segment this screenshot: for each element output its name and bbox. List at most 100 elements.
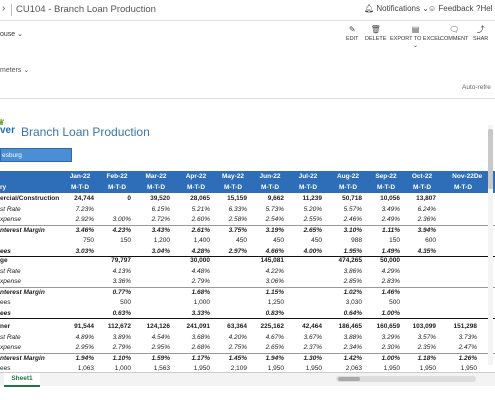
table-cell[interactable]: 24,744 bbox=[58, 193, 94, 204]
table-cell[interactable]: 2.34% bbox=[326, 342, 362, 353]
delete-button[interactable]: 🗑︎ DELETE bbox=[365, 24, 386, 42]
table-cell[interactable] bbox=[456, 321, 492, 332]
table-cell[interactable] bbox=[400, 297, 436, 308]
table-cell[interactable]: 79,797 bbox=[95, 255, 131, 266]
table-cell[interactable]: 2.35% bbox=[400, 342, 436, 353]
scroll-thumb[interactable] bbox=[488, 129, 493, 189]
table-cell[interactable] bbox=[286, 308, 322, 319]
table-cell[interactable]: 6.24% bbox=[400, 204, 436, 215]
table-cell[interactable] bbox=[134, 287, 170, 298]
table-cell[interactable]: 1.15% bbox=[248, 287, 284, 298]
table-cell[interactable]: 3.19% bbox=[248, 225, 284, 236]
notifications-menu[interactable]: 🔔︎ Notifications ⌄ bbox=[364, 4, 429, 13]
table-cell[interactable]: 2.65% bbox=[248, 342, 284, 353]
table-cell[interactable]: 2.61% bbox=[174, 225, 210, 236]
table-cell[interactable] bbox=[211, 266, 247, 277]
table-cell[interactable]: 5.20% bbox=[286, 204, 322, 215]
table-cell[interactable]: 3.36% bbox=[95, 276, 131, 287]
table-cell[interactable]: 4.48% bbox=[174, 266, 210, 277]
table-cell[interactable] bbox=[400, 266, 436, 277]
table-cell[interactable]: 112,672 bbox=[95, 321, 131, 332]
table-cell[interactable] bbox=[456, 204, 492, 215]
table-cell[interactable]: 5.21% bbox=[174, 204, 210, 215]
table-cell[interactable]: 2.72% bbox=[134, 214, 170, 225]
chevron-right-icon[interactable]: › bbox=[2, 3, 5, 14]
table-cell[interactable]: 6.15% bbox=[134, 204, 170, 215]
table-cell[interactable] bbox=[400, 276, 436, 287]
table-cell[interactable]: 2.46% bbox=[326, 214, 362, 225]
table-cell[interactable]: 1.10% bbox=[95, 353, 131, 364]
table-cell[interactable]: 3.00% bbox=[95, 214, 131, 225]
table-cell[interactable]: 5.57% bbox=[326, 204, 362, 215]
table-cell[interactable]: 30,000 bbox=[174, 255, 210, 266]
table-cell[interactable] bbox=[400, 255, 436, 266]
table-cell[interactable]: 2.79% bbox=[95, 342, 131, 353]
table-cell[interactable]: 0.83% bbox=[248, 308, 284, 319]
table-cell[interactable]: 2.65% bbox=[286, 225, 322, 236]
table-cell[interactable]: 2.58% bbox=[211, 214, 247, 225]
table-cell[interactable]: 3.43% bbox=[134, 225, 170, 236]
table-cell[interactable]: 63,364 bbox=[211, 321, 247, 332]
table-cell[interactable]: 500 bbox=[364, 297, 400, 308]
table-cell[interactable] bbox=[456, 193, 492, 204]
table-cell[interactable] bbox=[58, 308, 94, 319]
table-cell[interactable] bbox=[58, 266, 94, 277]
table-cell[interactable] bbox=[456, 342, 492, 353]
table-cell[interactable] bbox=[211, 287, 247, 298]
table-cell[interactable] bbox=[134, 255, 170, 266]
table-cell[interactable]: 4.89% bbox=[58, 332, 94, 343]
sheet-tab[interactable]: Sheet1 bbox=[4, 373, 40, 387]
table-cell[interactable] bbox=[456, 353, 492, 364]
scroll-thumb[interactable] bbox=[338, 377, 360, 381]
table-cell[interactable]: 3.06% bbox=[248, 276, 284, 287]
table-cell[interactable]: 3.57% bbox=[400, 332, 436, 343]
table-cell[interactable]: 150 bbox=[95, 235, 131, 246]
table-cell[interactable]: 1.94% bbox=[248, 353, 284, 364]
table-cell[interactable]: 500 bbox=[95, 297, 131, 308]
table-cell[interactable]: 3.88% bbox=[326, 332, 362, 343]
table-cell[interactable]: 3.10% bbox=[326, 225, 362, 236]
table-cell[interactable]: 4.23% bbox=[95, 225, 131, 236]
table-cell[interactable] bbox=[456, 214, 492, 225]
table-cell[interactable] bbox=[134, 297, 170, 308]
table-cell[interactable]: 0.63% bbox=[95, 308, 131, 319]
table-cell[interactable]: 4.22% bbox=[248, 266, 284, 277]
table-cell[interactable]: 988 bbox=[326, 235, 362, 246]
table-cell[interactable]: 28,065 bbox=[174, 193, 210, 204]
table-cell[interactable] bbox=[58, 287, 94, 298]
table-cell[interactable]: 1.00% bbox=[364, 308, 400, 319]
table-cell[interactable]: 2.60% bbox=[174, 214, 210, 225]
table-cell[interactable]: 10,056 bbox=[364, 193, 400, 204]
table-cell[interactable]: 13,807 bbox=[400, 193, 436, 204]
table-cell[interactable]: 3.68% bbox=[174, 332, 210, 343]
table-cell[interactable] bbox=[456, 287, 492, 298]
table-cell[interactable]: 3.86% bbox=[326, 266, 362, 277]
table-cell[interactable]: 225,162 bbox=[248, 321, 285, 332]
table-cell[interactable]: 2.95% bbox=[58, 342, 94, 353]
table-cell[interactable] bbox=[400, 287, 436, 298]
feedback-button[interactable]: ☺ Feedback bbox=[428, 4, 474, 13]
help-button[interactable]: ?Hel bbox=[476, 4, 492, 13]
table-cell[interactable]: 4.54% bbox=[134, 332, 170, 343]
table-cell[interactable] bbox=[211, 308, 247, 319]
table-cell[interactable] bbox=[58, 276, 94, 287]
table-cell[interactable]: 150 bbox=[364, 235, 400, 246]
table-cell[interactable]: 1.94% bbox=[58, 353, 94, 364]
table-cell[interactable]: 0 bbox=[95, 193, 131, 204]
table-cell[interactable]: 42,464 bbox=[286, 321, 322, 332]
table-cell[interactable] bbox=[286, 276, 322, 287]
table-cell[interactable]: 3.89% bbox=[95, 332, 131, 343]
table-cell[interactable] bbox=[456, 332, 492, 343]
table-cell[interactable]: 50,000 bbox=[364, 255, 400, 266]
table-cell[interactable]: 1.45% bbox=[211, 353, 247, 364]
table-cell[interactable] bbox=[58, 297, 94, 308]
table-cell[interactable]: 145,081 bbox=[248, 255, 285, 266]
branch-name-cell[interactable]: esburg bbox=[0, 148, 72, 162]
comment-button[interactable]: 🗨︎ COMMENT bbox=[440, 24, 468, 42]
table-cell[interactable]: 7.23% bbox=[58, 204, 94, 215]
table-cell[interactable]: 2.54% bbox=[248, 214, 284, 225]
parameters-toggle[interactable]: meters ⌄ bbox=[0, 66, 29, 74]
table-cell[interactable]: 2.30% bbox=[364, 342, 400, 353]
table-cell[interactable]: 1,000 bbox=[174, 297, 210, 308]
table-cell[interactable]: 1.02% bbox=[326, 287, 362, 298]
